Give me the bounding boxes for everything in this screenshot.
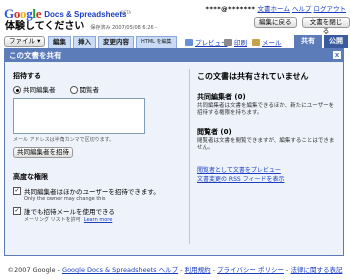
file-menu-button[interactable]: ファイル ▾ (4, 36, 46, 47)
title-line: 体験してください 保存済み 2007/05/08 6:26 - (5, 17, 157, 32)
account-links: ****@******* 文書ホーム ヘルプ ログアウト (206, 3, 346, 13)
tab-share[interactable]: 共有 (294, 35, 322, 48)
logout-link[interactable]: ログアウト (314, 5, 347, 13)
dialog-header: この文書を共有 x (5, 49, 343, 62)
viewers-heading: 閲覧者 (0) (197, 128, 232, 136)
beta-label: BETA (121, 10, 132, 15)
option1-sublabel: Only the owner may change this (24, 196, 106, 202)
radio-selected-icon[interactable] (13, 86, 21, 94)
tab-publish[interactable]: 公開 (324, 35, 348, 48)
help-link[interactable]: ヘルプ (292, 5, 312, 13)
tab-edit[interactable]: 編集 (48, 36, 71, 48)
sharing-links: 閲覧者として文書をプレビュー 文書変更の RSS フィードを表示 (197, 166, 337, 184)
mail-tool[interactable]: メール (252, 37, 282, 47)
checkbox-checked-icon[interactable]: ✓ (13, 207, 21, 215)
radio-collaborators[interactable]: 共同編集者 (13, 84, 56, 94)
mail-label: メール (262, 39, 282, 47)
collaborators-description: 共同編集者は文書を編集できるほか、新たにユーザーを招待する権限を持ちます。 (197, 103, 335, 116)
role-radio-group: 共同編集者 閲覧者 (13, 84, 183, 94)
print-label: 印刷 (234, 39, 247, 47)
back-to-edit-button[interactable]: 編集に戻る (254, 17, 297, 28)
collaborators-heading: 共同編集者 (0) (197, 93, 246, 101)
footer-privacy-link[interactable]: プライバシー ポリシー (217, 266, 284, 274)
mail-icon (252, 38, 260, 46)
tab-edit-html[interactable]: HTML を編集 (136, 36, 177, 48)
close-icon[interactable]: x (333, 51, 341, 59)
option-collaborators-invite[interactable]: ✓ 共同編集者はほかのユーザーを招待できます。 Only the owner m… (13, 186, 183, 202)
advanced-permissions-heading: 高度な権限 (13, 173, 48, 181)
footer-help-link[interactable]: Google Docs & Spreadsheets ヘルプ (62, 266, 178, 274)
panel-divider (189, 69, 190, 244)
close-document-button[interactable]: 文書を閉じる (302, 17, 350, 35)
invite-heading: 招待する (13, 72, 41, 80)
rss-feed-link[interactable]: 文書変更の RSS フィードを表示 (197, 175, 337, 184)
radio-viewers[interactable]: 閲覧者 (69, 84, 99, 94)
option-invite-email[interactable]: ✓ 誰でも招待メールを使用できる メーリング リストを許可 Learn more (13, 206, 183, 223)
collaborators-section: 共同編集者 (0) 共同編集者は文書を編集できるほか、新たにユーザーを招待する権… (197, 92, 337, 117)
tab-revisions[interactable]: 変更内容 (98, 36, 134, 48)
viewers-description: 閲覧者は文書を閲覧できますが、編集することはできません。 (197, 138, 335, 151)
print-tool[interactable]: 印刷 (224, 37, 247, 47)
learn-more-link[interactable]: Learn more (84, 217, 113, 223)
preview-icon (185, 38, 193, 46)
print-icon (224, 38, 232, 46)
preview-as-viewer-link[interactable]: 閲覧者として文書をプレビュー (197, 166, 337, 175)
user-email: ****@******* (205, 5, 256, 13)
dialog-title: この文書を共有 (9, 51, 62, 60)
invite-panel: 招待する 共同編集者 閲覧者 メール アドレスは半角カンマで区切ります。 共同編… (13, 71, 183, 223)
document-title[interactable]: 体験してください (5, 17, 84, 32)
edit-tabs: 編集 挿入 変更内容 HTML を編集 (48, 36, 177, 48)
saved-status: 保存済み 2007/05/08 6:26 - (90, 25, 158, 31)
radio-empty-icon[interactable] (69, 86, 78, 94)
docs-home-link[interactable]: 文書ホーム (258, 5, 290, 13)
footer: ©2007 Google - Google Docs & Spreadsheet… (7, 266, 343, 274)
copyright: ©2007 Google (7, 266, 56, 274)
footer-legal-link[interactable]: 法律に関する表記 (290, 266, 342, 274)
preview-label: プレビュー (195, 39, 228, 47)
invite-collaborators-button[interactable]: 共同編集者を招待 (13, 147, 73, 158)
sharing-status-title: この文書は共有されていません (197, 72, 309, 81)
email-hint: メール アドレスは半角カンマで区切ります。 (13, 137, 115, 143)
preview-tool[interactable]: プレビュー (185, 37, 228, 47)
sharing-status-panel: この文書は共有されていません 共同編集者 (0) 共同編集者は文書を編集できるほ… (197, 71, 337, 184)
option2-sublabel: メーリング リストを許可 (24, 217, 81, 223)
invite-email-field[interactable] (13, 98, 145, 134)
option1-label: 共同編集者はほかのユーザーを招待できます。 (24, 188, 160, 196)
viewers-section: 閲覧者 (0) 閲覧者は文書を閲覧できますが、編集することはできません。 (197, 127, 337, 152)
footer-terms-link[interactable]: 利用規約 (185, 266, 211, 274)
checkbox-checked-icon[interactable]: ✓ (13, 187, 21, 195)
option2-label: 誰でも招待メールを使用できる (24, 208, 115, 216)
share-dialog: この文書を共有 x 招待する 共同編集者 閲覧者 メール アドレスは半角カンマで… (4, 48, 344, 256)
tab-insert[interactable]: 挿入 (73, 36, 96, 48)
